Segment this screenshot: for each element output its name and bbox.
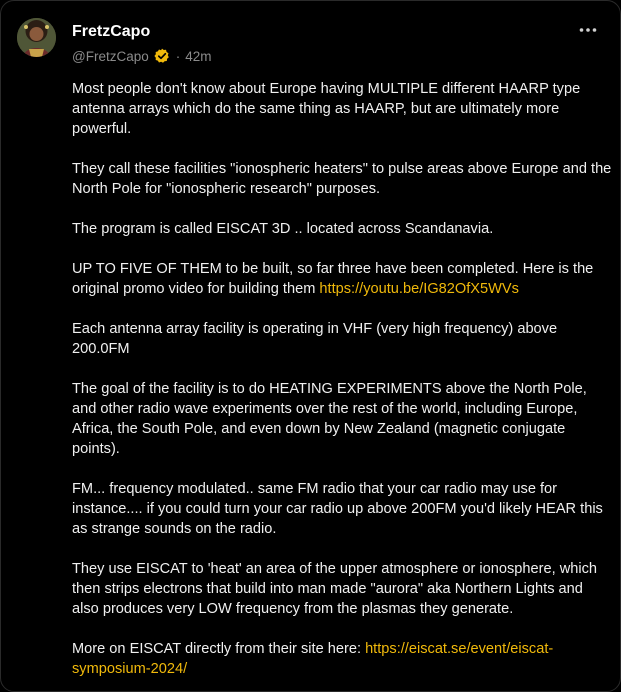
youtube-link[interactable]: https://youtu.be/IG82OfX5WVs <box>319 281 519 297</box>
post-paragraph: The program is called EISCAT 3D .. locat… <box>72 219 612 239</box>
paragraph-text: Each antenna array facility is operating… <box>72 321 558 357</box>
paragraph-text: More on EISCAT directly from their site … <box>72 641 366 657</box>
avatar-image <box>17 18 56 57</box>
post-timestamp[interactable]: 42m <box>185 49 211 64</box>
post-paragraph: They call these facilities "ionospheric … <box>72 159 612 199</box>
paragraph-text: The goal of the facility is to do HEATIN… <box>72 381 587 457</box>
post-card: FretzCapo @FretzCapo · 42m Most people d… <box>0 0 621 692</box>
post-paragraph: More on EISCAT directly from their site … <box>72 639 612 679</box>
author-handle[interactable]: @FretzCapo <box>72 49 149 64</box>
paragraph-text: FM... frequency modulated.. same FM radi… <box>72 481 603 537</box>
post-meta: @FretzCapo · 42m <box>72 47 212 65</box>
post-body: Most people don't know about Europe havi… <box>72 79 612 679</box>
paragraph-text: Most people don't know about Europe havi… <box>72 81 581 137</box>
post-paragraph: They use EISCAT to 'heat' an area of the… <box>72 559 612 619</box>
meta-separator: · <box>175 48 181 64</box>
author-name[interactable]: FretzCapo <box>72 22 150 42</box>
paragraph-text: The program is called EISCAT 3D .. locat… <box>72 221 494 237</box>
post-paragraph: FM... frequency modulated.. same FM radi… <box>72 479 612 539</box>
post-paragraph: UP TO FIVE OF THEM to be built, so far t… <box>72 259 612 299</box>
paragraph-text: They use EISCAT to 'heat' an area of the… <box>72 561 598 617</box>
avatar[interactable] <box>17 18 56 57</box>
post-paragraph: Each antenna array facility is operating… <box>72 319 612 359</box>
more-options-icon[interactable] <box>578 23 598 37</box>
post-paragraph: The goal of the facility is to do HEATIN… <box>72 379 612 459</box>
post-paragraph: Most people don't know about Europe havi… <box>72 79 612 139</box>
paragraph-text: They call these facilities "ionospheric … <box>72 161 612 197</box>
verified-badge-icon <box>154 48 170 64</box>
